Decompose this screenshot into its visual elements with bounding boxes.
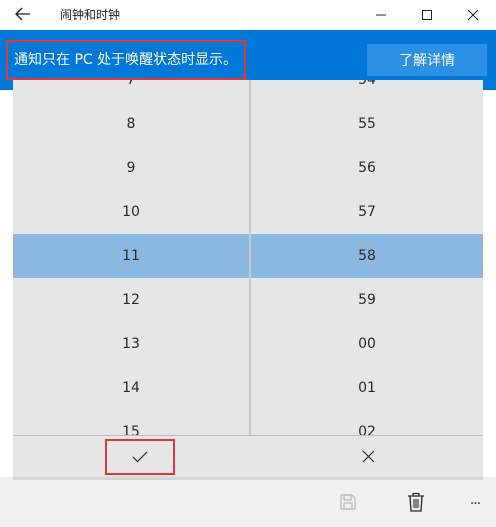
minute-option[interactable]: 59 xyxy=(251,278,483,322)
trash-icon xyxy=(407,492,425,516)
save-button[interactable] xyxy=(331,487,365,521)
close-icon xyxy=(467,6,479,25)
minute-option[interactable]: 56 xyxy=(251,146,483,190)
minimize-icon xyxy=(375,6,387,25)
minute-option[interactable]: 54 xyxy=(251,80,483,102)
close-button[interactable] xyxy=(450,0,496,30)
learn-more-button[interactable]: 了解详情 xyxy=(367,44,487,76)
checkmark-icon xyxy=(132,448,148,467)
back-button[interactable] xyxy=(6,2,40,28)
maximize-icon xyxy=(421,6,433,25)
minute-option[interactable]: 57 xyxy=(251,190,483,234)
command-bar: ··· xyxy=(0,477,496,527)
hour-option[interactable]: 10 xyxy=(13,190,249,234)
hour-option[interactable]: 9 xyxy=(13,146,249,190)
delete-button[interactable] xyxy=(399,487,433,521)
accept-button[interactable] xyxy=(105,439,175,475)
command-bar-edge xyxy=(13,477,483,480)
hour-option[interactable]: 12 xyxy=(13,278,249,322)
save-icon xyxy=(339,493,357,515)
minute-option[interactable]: 01 xyxy=(251,366,483,410)
minute-column[interactable]: 54 55 56 57 58 59 00 01 02 xyxy=(251,80,483,435)
x-icon xyxy=(362,448,375,467)
hour-option[interactable]: 13 xyxy=(13,322,249,366)
dismiss-button[interactable] xyxy=(333,439,403,475)
banner-message: 通知只在 PC 处于唤醒状态时显示。 xyxy=(6,40,246,80)
minimize-button[interactable] xyxy=(358,0,404,30)
app-title: 闹钟和时钟 xyxy=(60,8,121,22)
minute-option-selected[interactable]: 58 xyxy=(251,234,483,278)
hour-column[interactable]: 7 8 9 10 11 12 13 14 15 xyxy=(13,80,249,435)
time-picker: 7 8 9 10 11 12 13 14 15 54 55 56 57 58 5… xyxy=(13,80,483,435)
minute-option[interactable]: 00 xyxy=(251,322,483,366)
hour-option[interactable]: 14 xyxy=(13,366,249,410)
picker-confirm-bar xyxy=(13,435,483,477)
hour-option[interactable]: 8 xyxy=(13,102,249,146)
title-bar: 闹钟和时钟 xyxy=(0,0,496,30)
hour-option[interactable]: 7 xyxy=(13,80,249,102)
maximize-button[interactable] xyxy=(404,0,450,30)
more-icon: ··· xyxy=(469,496,481,512)
back-arrow-icon xyxy=(15,6,31,25)
more-button[interactable]: ··· xyxy=(458,487,492,521)
hour-option[interactable]: 15 xyxy=(13,410,249,435)
minute-option[interactable]: 02 xyxy=(251,410,483,435)
hour-option-selected[interactable]: 11 xyxy=(13,234,249,278)
minute-option[interactable]: 55 xyxy=(251,102,483,146)
